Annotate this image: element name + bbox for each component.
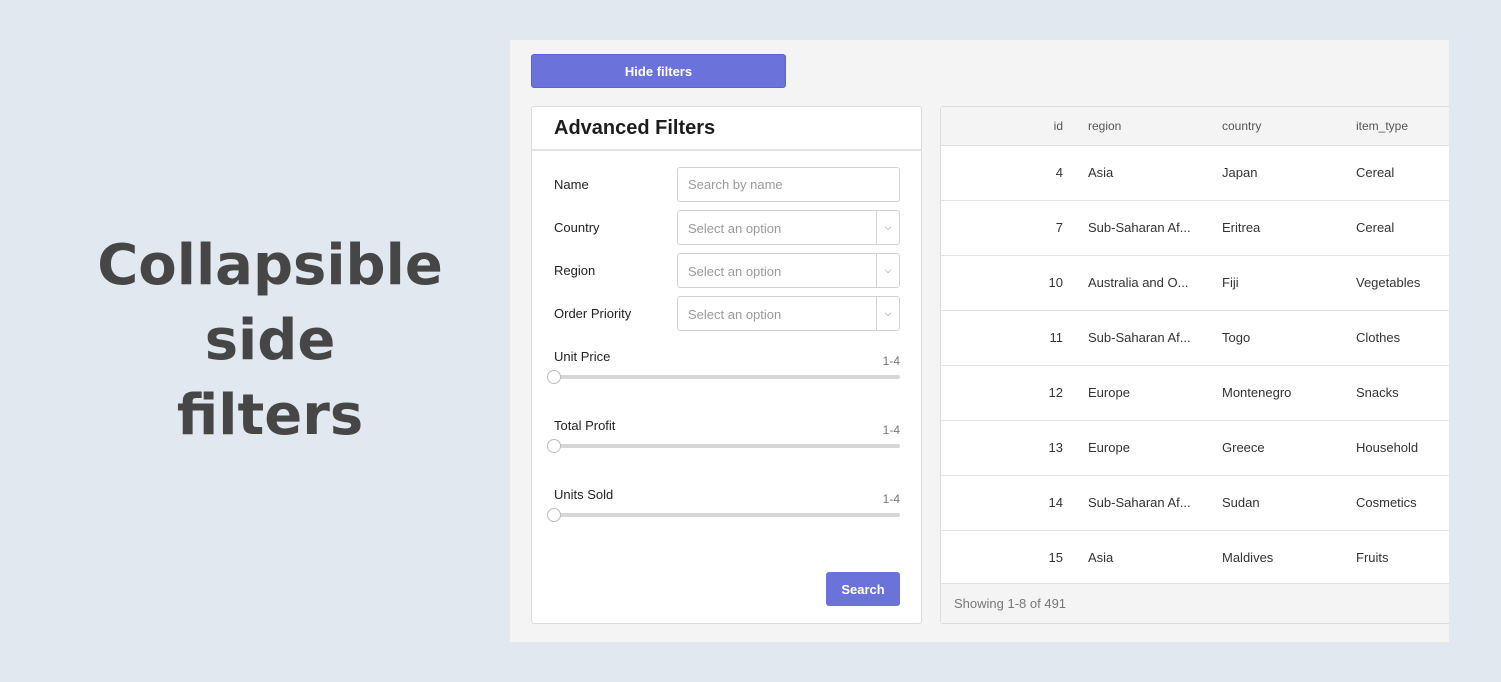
hero-line-1: Collapsible — [40, 228, 500, 303]
cell-item-type: Vegetables — [1356, 275, 1420, 290]
cell-country: Sudan — [1222, 495, 1260, 510]
table-row[interactable]: 13 Europe Greece Household — [941, 421, 1449, 476]
unit-price-track[interactable] — [554, 375, 900, 379]
table-row[interactable]: 14 Sub-Saharan Af... Sudan Cosmetics — [941, 476, 1449, 531]
region-filter-row: Region Select an option ⌵ — [554, 253, 900, 288]
name-search-input[interactable] — [677, 167, 900, 202]
cell-id: 14 — [1031, 495, 1063, 510]
hero-line-3: filters — [40, 378, 500, 453]
country-label: Country — [554, 220, 600, 235]
column-header-item-type[interactable]: item_type — [1356, 119, 1408, 133]
table-header: id region country item_type — [941, 107, 1449, 146]
unit-price-slider-handle[interactable] — [547, 370, 561, 384]
cell-item-type: Household — [1356, 440, 1418, 455]
search-button[interactable]: Search — [826, 572, 900, 606]
cell-region: Sub-Saharan Af... — [1088, 495, 1191, 510]
country-select[interactable]: Select an option ⌵ — [677, 210, 900, 245]
order-priority-select[interactable]: Select an option ⌵ — [677, 296, 900, 331]
chevron-down-icon[interactable]: ⌵ — [876, 254, 899, 287]
hero-heading: Collapsible side filters — [40, 228, 500, 453]
units-sold-track[interactable] — [554, 513, 900, 517]
cell-region: Sub-Saharan Af... — [1088, 330, 1191, 345]
cell-region: Asia — [1088, 165, 1113, 180]
cell-country: Montenegro — [1222, 385, 1291, 400]
table-row[interactable]: 10 Australia and O... Fiji Vegetables — [941, 256, 1449, 311]
units-sold-range: 1-4 — [883, 492, 900, 506]
cell-country: Togo — [1222, 330, 1250, 345]
cell-country: Eritrea — [1222, 220, 1260, 235]
table-row[interactable]: 12 Europe Montenegro Snacks — [941, 366, 1449, 421]
total-profit-track[interactable] — [554, 444, 900, 448]
country-filter-row: Country Select an option ⌵ — [554, 210, 900, 245]
cell-region: Sub-Saharan Af... — [1088, 220, 1191, 235]
table-footer: Showing 1-8 of 491 — [941, 583, 1449, 623]
pagination-summary: Showing 1-8 of 491 — [954, 596, 1066, 611]
column-header-region[interactable]: region — [1088, 119, 1121, 133]
cell-country: Maldives — [1222, 550, 1273, 565]
cell-item-type: Cereal — [1356, 165, 1394, 180]
cell-country: Greece — [1222, 440, 1265, 455]
total-profit-range: 1-4 — [883, 423, 900, 437]
cell-region: Europe — [1088, 440, 1130, 455]
name-filter-row: Name — [554, 167, 900, 202]
region-label: Region — [554, 263, 595, 278]
hero-line-2: side — [40, 303, 500, 378]
cell-id: 13 — [1031, 440, 1063, 455]
units-sold-label: Units Sold — [554, 487, 613, 502]
cell-item-type: Cosmetics — [1356, 495, 1417, 510]
cell-region: Europe — [1088, 385, 1130, 400]
table-row[interactable]: 15 Asia Maldives Fruits — [941, 531, 1449, 586]
cell-item-type: Snacks — [1356, 385, 1399, 400]
chevron-down-icon[interactable]: ⌵ — [876, 297, 899, 330]
cell-id: 15 — [1031, 550, 1063, 565]
hide-filters-button[interactable]: Hide filters — [531, 54, 786, 88]
cell-id: 11 — [1031, 330, 1063, 345]
column-header-country[interactable]: country — [1222, 119, 1261, 133]
unit-price-slider-row: Unit Price 1-4 — [554, 349, 900, 389]
cell-id: 4 — [1031, 165, 1063, 180]
cell-item-type: Clothes — [1356, 330, 1400, 345]
total-profit-slider-handle[interactable] — [547, 439, 561, 453]
unit-price-range: 1-4 — [883, 354, 900, 368]
cell-country: Fiji — [1222, 275, 1239, 290]
cell-country: Japan — [1222, 165, 1257, 180]
order-priority-filter-row: Order Priority Select an option ⌵ — [554, 296, 900, 331]
cell-item-type: Fruits — [1356, 550, 1389, 565]
region-placeholder: Select an option — [688, 264, 781, 279]
unit-price-label: Unit Price — [554, 349, 610, 364]
table-row[interactable]: 11 Sub-Saharan Af... Togo Clothes — [941, 311, 1449, 366]
filters-title: Advanced Filters — [532, 107, 921, 151]
name-label: Name — [554, 177, 589, 192]
results-table: id region country item_type 4 Asia Japan… — [940, 106, 1449, 624]
total-profit-slider-row: Total Profit 1-4 — [554, 418, 900, 458]
demo-panel: Hide filters Advanced Filters Name Count… — [510, 40, 1449, 642]
advanced-filters-panel: Advanced Filters Name Country Select an … — [531, 106, 922, 624]
cell-id: 10 — [1031, 275, 1063, 290]
region-select[interactable]: Select an option ⌵ — [677, 253, 900, 288]
cell-id: 7 — [1031, 220, 1063, 235]
order-priority-label: Order Priority — [554, 306, 631, 321]
order-priority-placeholder: Select an option — [688, 307, 781, 322]
chevron-down-icon[interactable]: ⌵ — [876, 211, 899, 244]
total-profit-label: Total Profit — [554, 418, 615, 433]
cell-region: Asia — [1088, 550, 1113, 565]
column-header-id[interactable]: id — [1031, 119, 1063, 133]
table-row[interactable]: 7 Sub-Saharan Af... Eritrea Cereal — [941, 201, 1449, 256]
country-placeholder: Select an option — [688, 221, 781, 236]
units-sold-slider-row: Units Sold 1-4 — [554, 487, 900, 527]
cell-id: 12 — [1031, 385, 1063, 400]
cell-item-type: Cereal — [1356, 220, 1394, 235]
cell-region: Australia and O... — [1088, 275, 1188, 290]
units-sold-slider-handle[interactable] — [547, 508, 561, 522]
table-row[interactable]: 4 Asia Japan Cereal — [941, 146, 1449, 201]
